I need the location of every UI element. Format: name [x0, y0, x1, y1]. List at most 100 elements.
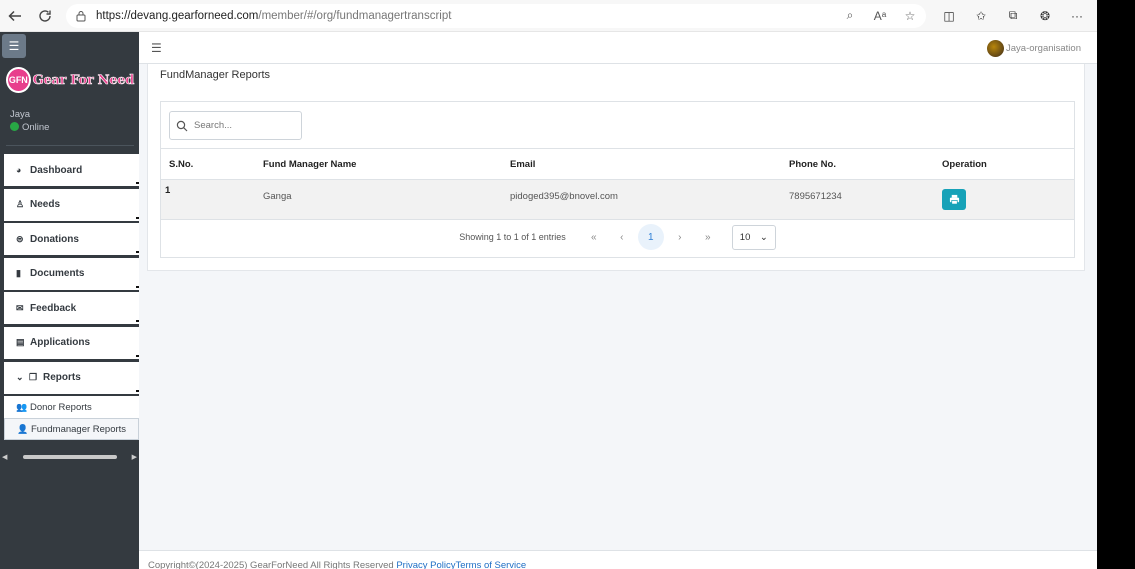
- table-row: 1 Ganga pidoged395@bnovel.com 7895671234: [161, 180, 1074, 220]
- search-input[interactable]: [194, 120, 294, 131]
- scroll-left-icon[interactable]: ◀: [2, 453, 7, 461]
- scroll-right-icon[interactable]: ▶: [132, 453, 137, 461]
- sidebar-menu: ◕ Dashboard ♙ Needs ⊜ Donations ▮ Docume…: [4, 154, 140, 441]
- zoom-icon[interactable]: ⌕: [842, 8, 858, 24]
- users-icon: 👥: [16, 401, 28, 412]
- sidebar-item-dashboard[interactable]: ◕ Dashboard: [4, 154, 140, 186]
- copyright-text: Copyright©(2024-2025) GearForNeed All Ri…: [148, 560, 397, 569]
- top-navbar: ☰ Jaya-organisation: [139, 32, 1097, 64]
- sidebar-item-applications[interactable]: ▤ Applications: [4, 326, 140, 359]
- report-card: FundManager Reports S.No. Fund Manager N…: [147, 64, 1085, 271]
- print-button[interactable]: [942, 189, 966, 210]
- file-icon: ▮: [16, 268, 21, 279]
- url-host: https://devang.gearforneed.com: [96, 9, 259, 22]
- page-size-select[interactable]: 10 ⌄: [731, 224, 776, 250]
- column-header-email[interactable]: Email: [510, 159, 535, 170]
- online-status-icon: [10, 122, 19, 131]
- org-name: Jaya-organisation: [1006, 43, 1081, 54]
- page-size-value: 10: [739, 231, 751, 243]
- sidebar-item-label: Feedback: [30, 302, 77, 314]
- hamburger-menu-icon[interactable]: ☰: [151, 41, 162, 55]
- chevron-down-icon: ⌄: [16, 372, 24, 383]
- search-icon: [176, 120, 188, 131]
- row-sno: 1: [165, 185, 171, 196]
- user-icon: 👤: [17, 423, 29, 434]
- donation-icon: ⊜: [16, 233, 24, 244]
- brand-mark-text: GFN: [8, 75, 28, 85]
- sidebar-item-donor-reports[interactable]: 👥 Donor Reports: [4, 396, 139, 418]
- envelope-icon: ✉: [16, 302, 24, 313]
- url-path: /member/#/org/fundmanagertranscript: [258, 9, 452, 22]
- user-name: Jaya: [10, 109, 31, 120]
- reload-button[interactable]: [30, 0, 60, 32]
- url-text: https://devang.gearforneed.com/member/#/…: [96, 10, 451, 22]
- menu-bars-icon: ☰: [8, 39, 20, 53]
- sidebar-scrollbar[interactable]: ◀ ▶: [2, 452, 137, 462]
- favorites-icon[interactable]: ✩: [972, 7, 990, 25]
- table-header: S.No. Fund Manager Name Email Phone No. …: [161, 148, 1074, 180]
- hand-holding-icon: ♙: [16, 199, 25, 210]
- split-screen-icon[interactable]: ◫: [940, 7, 958, 25]
- sidebar-item-label: Applications: [30, 337, 91, 349]
- column-header-operation: Operation: [942, 159, 987, 170]
- row-name: Ganga: [263, 191, 292, 202]
- page-title: FundManager Reports: [160, 69, 271, 81]
- footer: Copyright©(2024-2025) GearForNeed All Ri…: [139, 550, 1097, 569]
- collections-icon[interactable]: ⧉: [1004, 7, 1022, 25]
- sidebar-item-label: Documents: [30, 268, 85, 280]
- column-header-name[interactable]: Fund Manager Name: [263, 159, 356, 170]
- reports-submenu: 👥 Donor Reports 👤 Fundmanager Reports: [4, 396, 139, 441]
- column-header-phone[interactable]: Phone No.: [789, 159, 836, 170]
- user-panel: Jaya Online: [10, 108, 49, 134]
- avatar: [987, 40, 1004, 57]
- search-box[interactable]: [169, 111, 302, 140]
- browser-toolbar: https://devang.gearforneed.com/member/#/…: [0, 0, 1097, 32]
- org-user-menu[interactable]: Jaya-organisation: [987, 40, 1081, 57]
- main-content: ☰ Jaya-organisation FundManager Reports …: [139, 32, 1097, 569]
- sidebar-item-feedback[interactable]: ✉ Feedback: [4, 292, 140, 325]
- file-alt-icon: ▤: [16, 337, 25, 348]
- column-header-sno[interactable]: S.No.: [169, 159, 193, 170]
- sidebar-item-needs[interactable]: ♙ Needs: [4, 188, 140, 221]
- reload-icon: [39, 9, 51, 22]
- arrow-left-icon: [8, 10, 21, 21]
- sidebar-item-label: Donations: [30, 233, 79, 245]
- copy-icon: ❐: [29, 372, 38, 383]
- page-1-button[interactable]: 1: [637, 224, 664, 250]
- chevron-down-icon: ⌄: [759, 231, 768, 243]
- sidebar: ☰ GFN Gear For Need Jaya Online ◕ Dashbo…: [0, 32, 140, 569]
- extensions-icon[interactable]: ❂: [1036, 7, 1054, 25]
- sidebar-item-fundmanager-reports[interactable]: 👤 Fundmanager Reports: [4, 418, 139, 441]
- data-table-container: S.No. Fund Manager Name Email Phone No. …: [160, 101, 1075, 258]
- sidebar-item-label: Donor Reports: [30, 401, 92, 413]
- lock-icon: [76, 10, 86, 21]
- terms-of-service-link[interactable]: Terms of Service: [455, 560, 526, 569]
- sidebar-toggle-button[interactable]: ☰: [2, 34, 26, 58]
- first-page-button[interactable]: «: [580, 232, 608, 243]
- print-icon: [949, 194, 959, 205]
- brand-text: Gear For Need: [32, 72, 134, 88]
- sidebar-divider: [6, 145, 134, 146]
- favorite-star-icon[interactable]: ☆: [902, 8, 918, 24]
- pagination-info: Showing 1 to 1 of 1 entries: [459, 232, 566, 242]
- sidebar-item-label: Reports: [43, 372, 81, 384]
- row-phone: 7895671234: [789, 191, 842, 202]
- read-aloud-icon[interactable]: Aᵃ: [872, 8, 888, 24]
- pagination: Showing 1 to 1 of 1 entries « ‹ 1 › » 10…: [161, 224, 1074, 250]
- last-page-button[interactable]: »: [694, 232, 722, 243]
- sidebar-item-reports[interactable]: ⌄ ❐ Reports: [4, 361, 140, 394]
- sidebar-item-donations[interactable]: ⊜ Donations: [4, 223, 140, 256]
- scrollbar-thumb[interactable]: [22, 455, 117, 459]
- sidebar-item-documents[interactable]: ▮ Documents: [4, 257, 140, 290]
- more-options-icon[interactable]: ···: [1068, 7, 1086, 25]
- brand-logo[interactable]: GFN Gear For Need: [6, 66, 135, 94]
- sidebar-item-label: Needs: [30, 199, 61, 211]
- privacy-policy-link[interactable]: Privacy Policy: [396, 560, 455, 569]
- back-button[interactable]: [0, 0, 30, 32]
- brand-mark: GFN: [6, 67, 31, 93]
- prev-page-button[interactable]: ‹: [608, 232, 636, 243]
- user-status: Online: [10, 121, 49, 134]
- address-bar[interactable]: https://devang.gearforneed.com/member/#/…: [66, 3, 926, 28]
- chart-pie-icon: ◕: [16, 165, 22, 175]
- next-page-button[interactable]: ›: [666, 232, 694, 243]
